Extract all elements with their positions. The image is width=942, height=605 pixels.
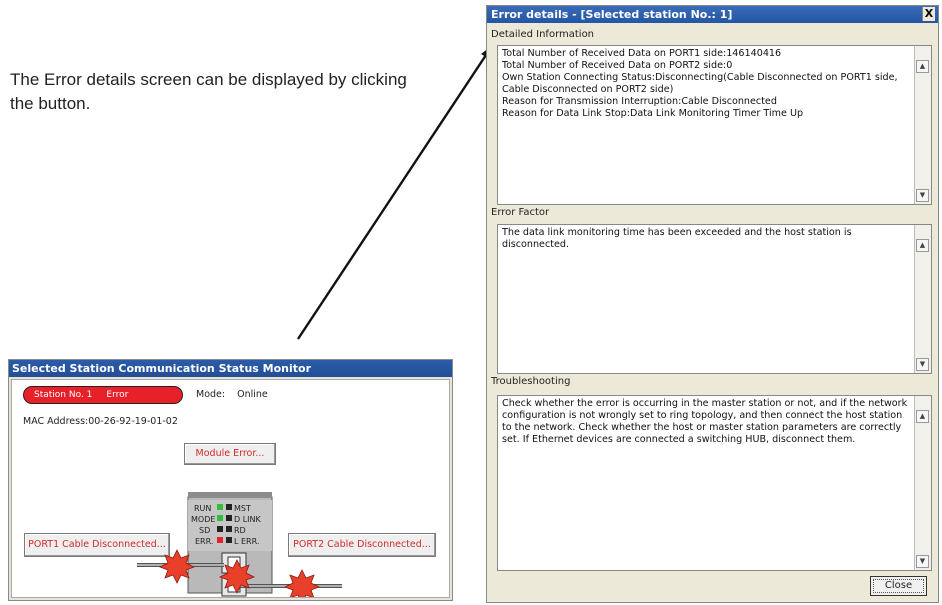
close-icon[interactable]: X bbox=[922, 7, 935, 21]
led-sd-icon bbox=[217, 526, 223, 532]
led-rd-label: RD bbox=[234, 526, 246, 535]
led-mode-icon bbox=[217, 515, 223, 521]
error-dialog-title-text: Error details - [Selected station No.: 1… bbox=[491, 8, 733, 21]
station-status-monitor-window: Selected Station Communication Status Mo… bbox=[8, 359, 453, 601]
scroll-up-icon[interactable]: ▲ bbox=[916, 410, 929, 423]
scroll-up-icon[interactable]: ▲ bbox=[916, 60, 929, 73]
error-factor-label: Error Factor bbox=[491, 207, 550, 218]
led-dlink-icon bbox=[226, 515, 232, 521]
led-err-icon bbox=[217, 537, 223, 543]
led-mst-icon bbox=[226, 504, 232, 510]
factor-scrollbar[interactable]: ▲ ▼ bbox=[914, 225, 931, 373]
detail-line: Own Station Connecting Status:Disconnect… bbox=[502, 72, 901, 95]
led-sd-label: SD bbox=[199, 526, 210, 535]
led-dlink-label: D LINK bbox=[234, 515, 262, 524]
scroll-down-icon[interactable]: ▼ bbox=[916, 555, 929, 568]
led-mst-label: MST bbox=[234, 504, 251, 513]
port1-break-star-icon bbox=[219, 559, 255, 594]
led-lerr-label: L ERR. bbox=[234, 537, 259, 546]
scroll-down-icon[interactable]: ▼ bbox=[916, 358, 929, 371]
monitor-title: Selected Station Communication Status Mo… bbox=[9, 360, 452, 377]
detailed-info-textbox[interactable]: Total Number of Received Data on PORT1 s… bbox=[497, 45, 932, 205]
scroll-down-icon[interactable]: ▼ bbox=[916, 189, 929, 202]
error-details-dialog: Error details - [Selected station No.: 1… bbox=[486, 5, 939, 603]
detailed-info-label: Detailed Information bbox=[491, 29, 595, 40]
led-run-icon bbox=[217, 504, 223, 510]
detail-line: Reason for Transmission Interruption:Cab… bbox=[502, 96, 777, 107]
detail-line: Total Number of Received Data on PORT1 s… bbox=[502, 48, 782, 59]
led-run-label: RUN bbox=[194, 504, 211, 513]
error-dialog-title: Error details - [Selected station No.: 1… bbox=[487, 6, 938, 23]
led-rd-icon bbox=[226, 526, 232, 532]
scroll-up-icon[interactable]: ▲ bbox=[916, 239, 929, 252]
detail-scrollbar[interactable]: ▲ ▼ bbox=[914, 46, 931, 204]
port2-break-star-icon bbox=[284, 569, 320, 597]
led-mode-label: MODE bbox=[191, 515, 215, 524]
detail-line: Reason for Data Link Stop:Data Link Moni… bbox=[502, 108, 804, 119]
detail-line: Total Number of Received Data on PORT2 s… bbox=[502, 60, 733, 71]
close-button[interactable]: Close bbox=[870, 576, 927, 596]
troubleshooting-text: Check whether the error is occurring in … bbox=[502, 398, 911, 445]
led-lerr-icon bbox=[226, 537, 232, 543]
factor-text: The data link monitoring time has been e… bbox=[502, 227, 855, 250]
troubleshooting-label: Troubleshooting bbox=[491, 376, 571, 387]
module-diagram: RUN MST MODE D LINK SD RD ERR. L ERR. bbox=[137, 492, 342, 597]
error-factor-textbox[interactable]: The data link monitoring time has been e… bbox=[497, 224, 932, 374]
cable-break-star-icon bbox=[159, 549, 195, 584]
troubleshooting-textbox[interactable]: Check whether the error is occurring in … bbox=[497, 395, 932, 571]
led-err-label: ERR. bbox=[195, 537, 213, 546]
troubleshooting-scrollbar[interactable]: ▲ ▼ bbox=[914, 396, 931, 570]
monitor-client-area: Station No. 1 Error Mode: Online MAC Addre… bbox=[11, 379, 450, 598]
